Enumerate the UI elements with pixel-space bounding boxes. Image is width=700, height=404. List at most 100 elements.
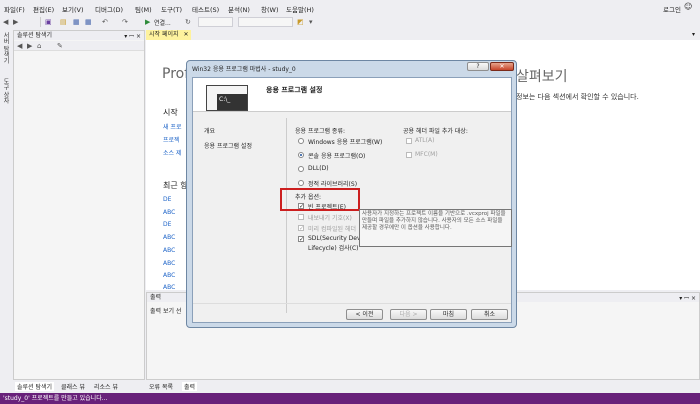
recent-item[interactable]: ABC [163,234,175,241]
forward-icon[interactable]: ▶ [27,42,32,50]
start-section-title: 시작 [163,108,178,117]
mfc-checkbox[interactable] [406,152,412,158]
save-all-icon[interactable]: ▦ [85,18,92,26]
next-button[interactable]: 다음 > [390,309,427,320]
solution-explorer-bottom-tabs: 솔루션 탐색기 클래스 뷰 리소스 뷰 [13,381,145,391]
source-control-link[interactable]: 소스 제 [163,148,181,157]
start-page-description: 정보는 다음 섹션에서 확인할 수 있습니다. [516,93,639,101]
open-folder-icon[interactable]: ▤ [60,18,67,26]
login-link[interactable]: 로그인 [663,4,681,14]
side-tab-strip: 서버 탐색기 도구 상자 [0,30,12,390]
menu-file[interactable]: 파일(F) [4,4,25,14]
output-bottom-tabs: 오류 목록 출력 [146,381,700,391]
menu-analyze[interactable]: 분석(N) [228,4,250,14]
menu-debug[interactable]: 디버그(D) [95,4,123,14]
configuration-dropdown[interactable] [198,17,233,27]
extension-icon[interactable]: ◩ [297,18,304,26]
solution-explorer-panel: 솔루션 탐색기 ▾ ꟷ × ◀ ▶ ⌂ ✎ [13,30,145,380]
save-icon[interactable]: ▦ [73,18,80,26]
redo-icon[interactable]: ↷ [122,18,128,26]
win32-app-wizard-dialog: Win32 응용 프로그램 마법사 - study_0 ? ✕ C:\_ 응용 … [186,60,517,328]
dialog-close-button[interactable]: ✕ [490,62,514,71]
panel-pin-controls[interactable]: ▾ ꟷ × [124,32,141,40]
tab-solution-explorer[interactable]: 솔루션 탐색기 [15,382,55,391]
radio-windows-app-label[interactable]: Windows 응용 프로그램(W) [308,137,382,146]
app-type-label: 응용 프로그램 종류: [295,128,345,135]
properties-wrench-icon[interactable]: ✎ [57,42,63,50]
recent-item[interactable]: ABC [163,260,175,267]
platform-dropdown[interactable] [238,17,293,27]
back-icon[interactable]: ◀ [17,42,22,50]
radio-windows-app[interactable] [298,138,304,144]
button-divider [193,303,511,304]
radio-static-library[interactable] [298,180,304,186]
header-files-label: 공용 헤더 파일 추가 대상: [403,128,468,135]
back-icon[interactable]: ◀ [3,18,8,26]
start-page-heading-right: 살펴보기 [516,69,568,85]
refresh-icon[interactable]: ↻ [185,18,191,26]
precompiled-header-checkbox[interactable]: ✓ [298,225,304,232]
menu-test[interactable]: 테스트(S) [192,4,219,14]
home-icon[interactable]: ⌂ [37,42,41,50]
export-symbols-label: 내보내기 기호(X) [308,215,352,222]
tab-resource-view[interactable]: 리소스 뷰 [94,382,118,391]
new-project-link[interactable]: 새 프로 [163,122,181,131]
menu-edit[interactable]: 편집(E) [33,4,54,14]
radio-console-app[interactable] [298,152,304,158]
radio-dll-label[interactable]: DLL(D) [308,165,329,172]
sdl-checks-checkbox[interactable]: ✓ [298,236,304,243]
precompiled-header-label: 미리 컴파일된 헤더 [308,226,356,233]
atl-checkbox-label: ATL(A) [415,137,435,144]
person-icon[interactable]: ☺ [684,2,692,11]
recent-item[interactable]: ABC [163,209,175,216]
new-project-icon[interactable]: ▣ [45,18,52,26]
recent-item[interactable]: ABC [163,272,175,279]
radio-console-app-label[interactable]: 콘솔 응용 프로그램(O) [308,151,365,160]
menu-help[interactable]: 도움말(H) [286,4,314,14]
tab-error-list[interactable]: 오류 목록 [149,382,173,391]
start-debug-icon[interactable]: ▶ [145,18,150,26]
atl-checkbox[interactable] [406,138,412,144]
nav-overview[interactable]: 개요 [204,126,215,135]
forward-icon[interactable]: ▶ [13,18,18,26]
tab-start-page[interactable]: 시작 페이지 ✕ [146,30,192,40]
cancel-button[interactable]: 취소 [471,309,508,320]
empty-project-label[interactable]: 빈 프로젝트(E) [308,202,346,211]
tab-start-page-label: 시작 페이지 [149,31,179,38]
tab-class-view[interactable]: 클래스 뷰 [61,382,85,391]
recent-item[interactable]: DE [163,196,171,203]
tab-overflow-icon[interactable]: ▾ [689,30,698,40]
nav-app-settings[interactable]: 응용 프로그램 설정 [204,141,252,150]
recent-item[interactable]: ABC [163,247,175,254]
panel-pin-controls[interactable]: ▾ ꟷ × [679,294,696,302]
toolbox-tab[interactable]: 도구 상자 [1,78,10,104]
help-button[interactable]: ? [467,62,489,71]
finish-button[interactable]: 마침 [430,309,467,320]
tab-output[interactable]: 출력 [182,382,198,391]
toolbar-overflow-icon[interactable]: ▾ [309,18,313,26]
recent-item[interactable]: ABC [163,284,175,291]
export-symbols-checkbox[interactable] [298,214,304,220]
sdl-checks-label[interactable]: SDL(Security Deve [308,235,364,242]
console-window-icon: C:\_ [217,94,247,110]
open-project-link[interactable]: 프로젝 [163,135,180,144]
undo-icon[interactable]: ↶ [102,18,108,26]
prev-button[interactable]: < 이전 [346,309,383,320]
menu-view[interactable]: 보기(V) [62,4,83,14]
solution-explorer-toolbar: ◀ ▶ ⌂ ✎ [14,41,144,51]
close-icon[interactable]: ✕ [180,31,188,38]
empty-project-checkbox[interactable]: ✓ [298,203,304,210]
server-explorer-tab[interactable]: 서버 탐색기 [1,32,10,64]
recent-item[interactable]: DE [163,221,171,228]
start-label[interactable]: 연결... [154,18,171,27]
mfc-checkbox-label: MFC(M) [415,151,438,158]
radio-static-library-label[interactable]: 정적 라이브러리(S) [308,179,357,188]
menu-team[interactable]: 팀(M) [135,4,152,14]
radio-dll[interactable] [298,166,304,172]
dialog-header-title: 응용 프로그램 설정 [266,86,323,94]
menu-tools[interactable]: 도구(T) [161,4,182,14]
sdl-checks-label-line2[interactable]: Lifecycle) 검사(C) [308,243,358,252]
menu-window[interactable]: 창(W) [261,4,278,14]
empty-project-tooltip: 사용자가 지정하는 프로젝트 이름을 기반으로 .vcxproj 파일을 만들며… [359,209,512,247]
toolbar: ◀ ▶ ▣ ▤ ▦ ▦ ↶ ↷ ▶ 연결... ↻ ◩ ▾ [0,16,700,28]
